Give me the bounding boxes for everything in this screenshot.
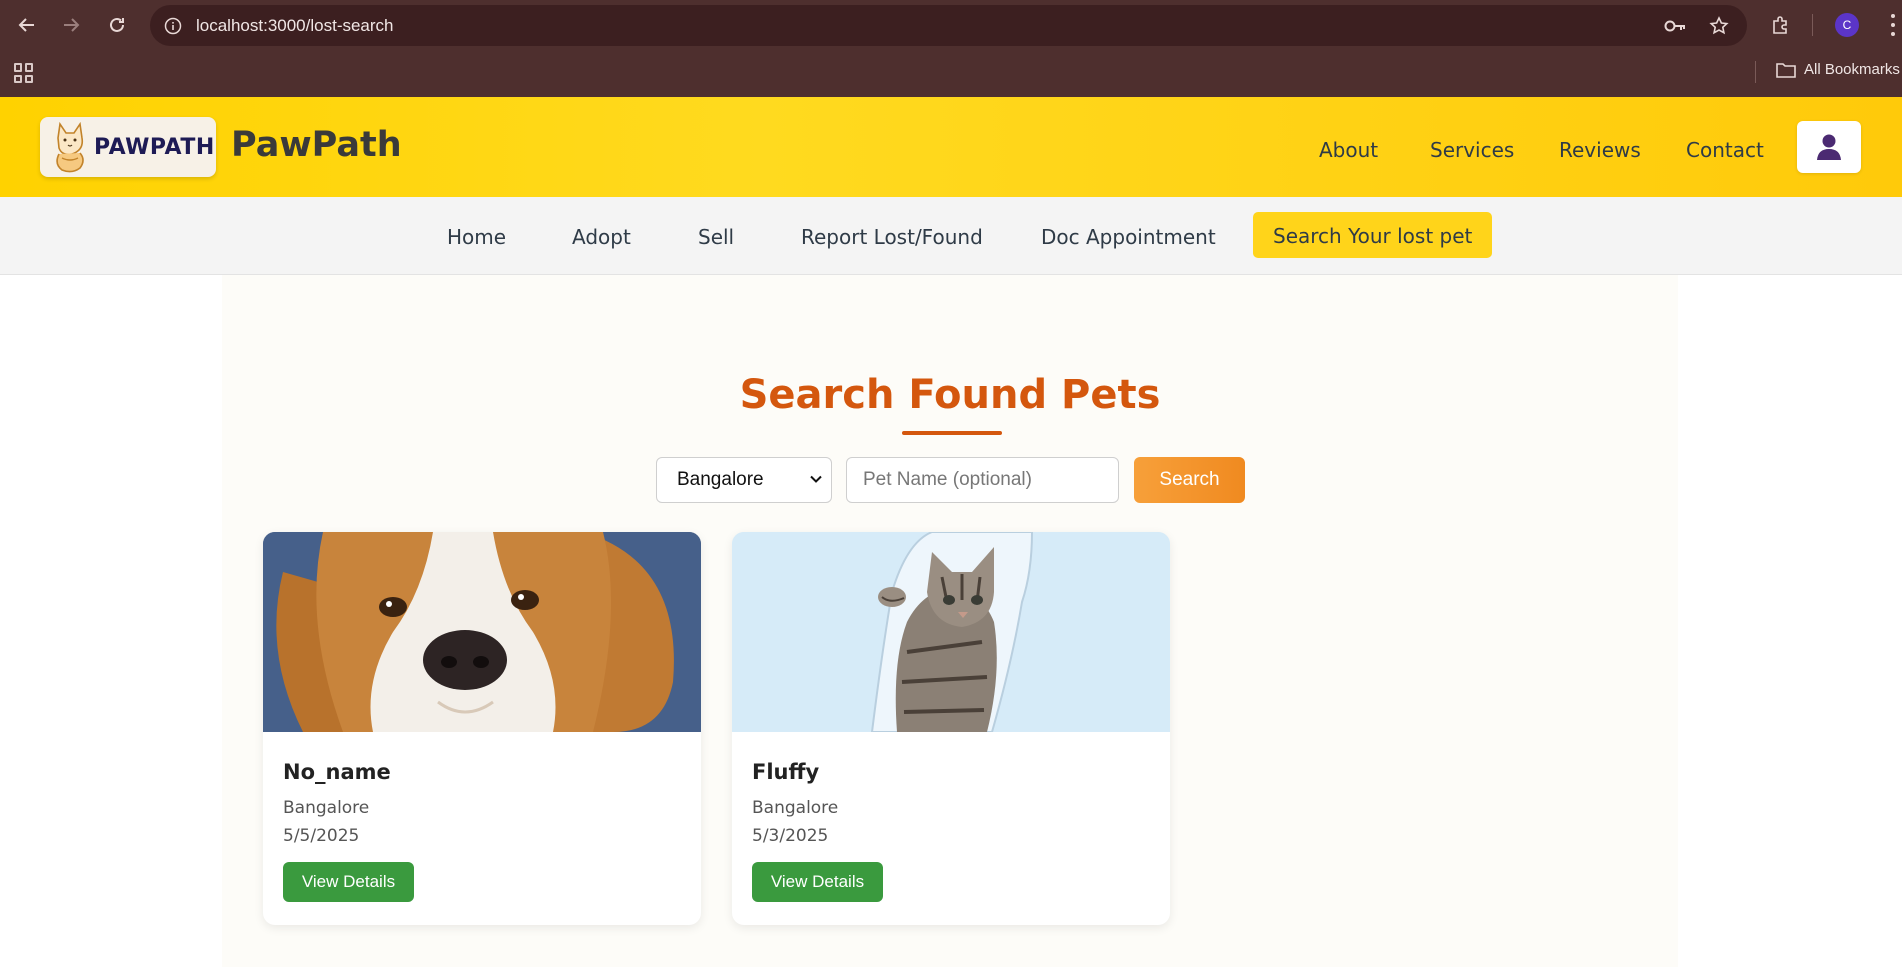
- search-button[interactable]: Search: [1134, 457, 1245, 503]
- card-body: No_name Bangalore 5/5/2025 View Details: [263, 732, 701, 902]
- all-bookmarks-button[interactable]: All Bookmarks: [1776, 61, 1900, 78]
- city-select-value: Bangalore: [677, 469, 764, 490]
- subnav-doc-appointment[interactable]: Doc Appointment: [1041, 225, 1216, 249]
- reload-icon[interactable]: [104, 12, 130, 38]
- back-icon[interactable]: [14, 12, 40, 38]
- nav-services[interactable]: Services: [1430, 138, 1514, 162]
- view-details-button[interactable]: View Details: [283, 862, 414, 902]
- pet-name: No_name: [283, 760, 391, 784]
- extensions-icon[interactable]: [1768, 12, 1794, 38]
- toolbar: localhost:3000/lost-search C: [0, 0, 1902, 51]
- folder-icon: [1776, 62, 1796, 78]
- pet-city: Bangalore: [752, 798, 839, 818]
- pet-name-input[interactable]: [846, 457, 1119, 503]
- dog-photo: [263, 532, 701, 732]
- title-underline: [902, 431, 1002, 435]
- subnav-home[interactable]: Home: [447, 225, 506, 249]
- bookmarks-bar: All Bookmarks: [0, 51, 1902, 97]
- url-text[interactable]: localhost:3000/lost-search: [196, 16, 394, 36]
- pet-card: Fluffy Bangalore 5/3/2025 View Details: [732, 532, 1170, 925]
- subnav-report-lost-found[interactable]: Report Lost/Found: [801, 225, 983, 249]
- card-body: Fluffy Bangalore 5/3/2025 View Details: [732, 732, 1170, 902]
- sub-nav: Home Adopt Sell Report Lost/Found Doc Ap…: [0, 197, 1902, 275]
- nav-contact[interactable]: Contact: [1686, 138, 1764, 162]
- nav-reviews[interactable]: Reviews: [1559, 138, 1641, 162]
- search-panel: Search Found Pets Bangalore Search: [222, 275, 1678, 967]
- main-content: Search Found Pets Bangalore Search: [0, 275, 1902, 967]
- logo-text: PAWPATH: [94, 134, 215, 160]
- menu-kebab-icon[interactable]: [1889, 14, 1897, 36]
- browser-chrome: localhost:3000/lost-search C All Bookmar…: [0, 0, 1902, 97]
- site-header: PAWPATH PawPath About Services Reviews C…: [0, 97, 1902, 197]
- cat-logo-icon: [56, 121, 84, 173]
- subnav-sell[interactable]: Sell: [698, 225, 734, 249]
- brand-name[interactable]: PawPath: [231, 125, 402, 165]
- user-icon: [1817, 134, 1841, 160]
- chevron-down-icon: [810, 475, 822, 483]
- all-bookmarks-label: All Bookmarks: [1804, 61, 1900, 78]
- cat-photo: [732, 532, 1170, 732]
- subnav-search-lost-pet[interactable]: Search Your lost pet: [1253, 212, 1493, 258]
- address-bar[interactable]: localhost:3000/lost-search: [150, 5, 1747, 46]
- subnav-adopt[interactable]: Adopt: [572, 225, 631, 249]
- toolbar-divider: [1812, 14, 1813, 36]
- bookmark-star-icon[interactable]: [1707, 14, 1731, 38]
- logo[interactable]: PAWPATH: [40, 117, 216, 177]
- pet-card: No_name Bangalore 5/5/2025 View Details: [263, 532, 701, 925]
- user-account-button[interactable]: [1797, 121, 1861, 173]
- pet-date: 5/5/2025: [283, 826, 360, 846]
- page-title: Search Found Pets: [739, 372, 1161, 418]
- city-select[interactable]: Bangalore: [656, 457, 832, 503]
- password-key-icon[interactable]: [1663, 14, 1687, 38]
- apps-grid-icon[interactable]: [14, 63, 34, 83]
- pet-city: Bangalore: [283, 798, 370, 818]
- pet-date: 5/3/2025: [752, 826, 829, 846]
- view-details-button[interactable]: View Details: [752, 862, 883, 902]
- bookmarks-divider: [1755, 61, 1756, 83]
- profile-avatar[interactable]: C: [1835, 13, 1859, 37]
- nav-about[interactable]: About: [1319, 138, 1378, 162]
- pet-name: Fluffy: [752, 760, 820, 784]
- site-info-icon[interactable]: [162, 15, 184, 37]
- forward-icon[interactable]: [58, 12, 84, 38]
